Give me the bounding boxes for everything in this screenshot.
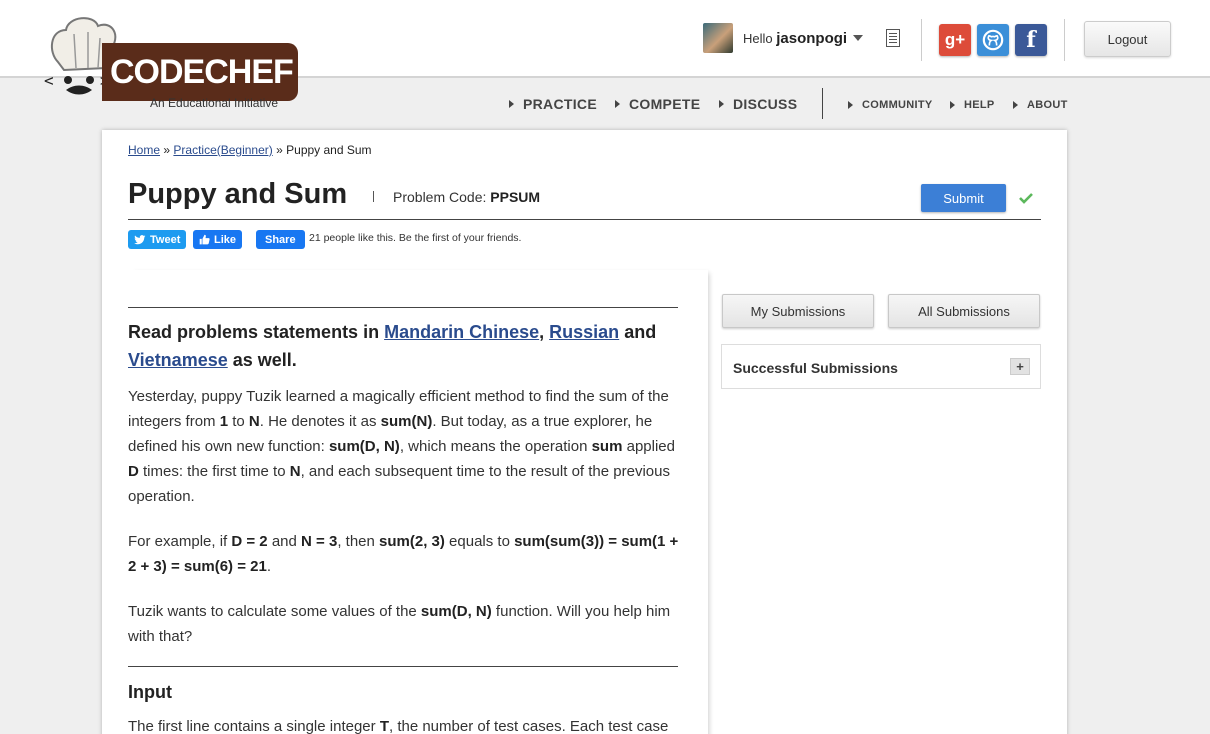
logo-tagline: An Educational Initiative (150, 96, 279, 110)
page-title: Puppy and Sum (128, 178, 348, 210)
statement-paragraph: For example, if D = 2 and N = 3, then su… (128, 533, 679, 575)
github-icon[interactable] (977, 24, 1009, 56)
avatar (703, 23, 733, 53)
triangle-right-icon (950, 101, 955, 109)
chevron-down-icon[interactable] (853, 35, 864, 41)
nav-compete[interactable]: COMPETE (615, 96, 700, 112)
title-divider (373, 191, 374, 202)
nav-divider (822, 88, 823, 119)
facebook-like-button[interactable]: Like (193, 230, 243, 249)
input-heading: Input (128, 682, 172, 702)
facebook-icon[interactable]: f (1015, 24, 1047, 56)
user-menu[interactable]: Hello jasonpogi (703, 23, 864, 53)
triangle-right-icon (1013, 101, 1018, 109)
facebook-share-button[interactable]: Share (256, 230, 305, 249)
logout-button[interactable]: Logout (1084, 21, 1171, 57)
breadcrumb: Home » Practice(Beginner) » Puppy and Su… (128, 143, 372, 157)
my-submissions-button[interactable]: My Submissions (722, 294, 874, 328)
triangle-right-icon (509, 100, 514, 108)
breadcrumb-home-link[interactable]: Home (128, 143, 160, 157)
tweet-button[interactable]: Tweet (128, 230, 187, 249)
codechef-logo[interactable]: < > CODECHEF An Educational Initiative (44, 12, 300, 112)
breadcrumb-practice-link[interactable]: Practice(Beginner) (173, 143, 272, 157)
divider (1064, 19, 1065, 61)
all-submissions-button[interactable]: All Submissions (888, 294, 1040, 328)
thumbs-up-icon (199, 234, 210, 245)
triangle-right-icon (615, 100, 620, 108)
language-notice: Read problems statements in Mandarin Chi… (128, 322, 657, 370)
title-underline (128, 219, 1041, 220)
problem-statement: Read problems statements in Mandarin Chi… (128, 270, 708, 734)
site-header: < > CODECHEF An Educational Initiative H… (0, 0, 1210, 110)
problem-code: Problem Code: PPSUM (393, 189, 541, 205)
check-icon (1019, 193, 1033, 204)
statement-paragraph: Tuzik wants to calculate some values of … (128, 603, 671, 645)
twitter-icon (134, 234, 146, 244)
divider (128, 666, 678, 667)
logo-wordmark: CODECHEF (102, 43, 298, 101)
google-plus-icon[interactable]: g+ (939, 24, 971, 56)
greeting: Hello jasonpogi (743, 29, 848, 47)
nav-help[interactable]: HELP (950, 99, 995, 111)
nav-community[interactable]: COMMUNITY (848, 99, 933, 111)
expand-icon[interactable]: + (1010, 358, 1030, 375)
divider (921, 19, 922, 61)
mandarin-link[interactable]: Mandarin Chinese (384, 322, 539, 342)
notes-icon[interactable] (886, 29, 900, 47)
divider (128, 307, 678, 308)
russian-link[interactable]: Russian (549, 322, 619, 342)
username: jasonpogi (776, 29, 848, 47)
nav-discuss[interactable]: DISCUSS (719, 96, 797, 112)
submit-button[interactable]: Submit (921, 184, 1006, 212)
triangle-right-icon (719, 100, 724, 108)
svg-text:<: < (44, 71, 54, 90)
vietnamese-link[interactable]: Vietnamese (128, 350, 228, 370)
statement-paragraph: Yesterday, puppy Tuzik learned a magical… (128, 388, 675, 505)
panel-title: Successful Submissions (733, 360, 898, 376)
successful-submissions-panel[interactable]: Successful Submissions + (721, 344, 1041, 389)
nav-about[interactable]: ABOUT (1013, 99, 1068, 111)
problem-card: Home » Practice(Beginner) » Puppy and Su… (102, 130, 1067, 734)
nav-practice[interactable]: PRACTICE (509, 96, 597, 112)
triangle-right-icon (848, 101, 853, 109)
breadcrumb-current: Puppy and Sum (286, 143, 372, 157)
input-paragraph: The first line contains a single integer… (128, 718, 669, 734)
likes-count-text: 21 people like this. Be the first of you… (309, 232, 522, 244)
